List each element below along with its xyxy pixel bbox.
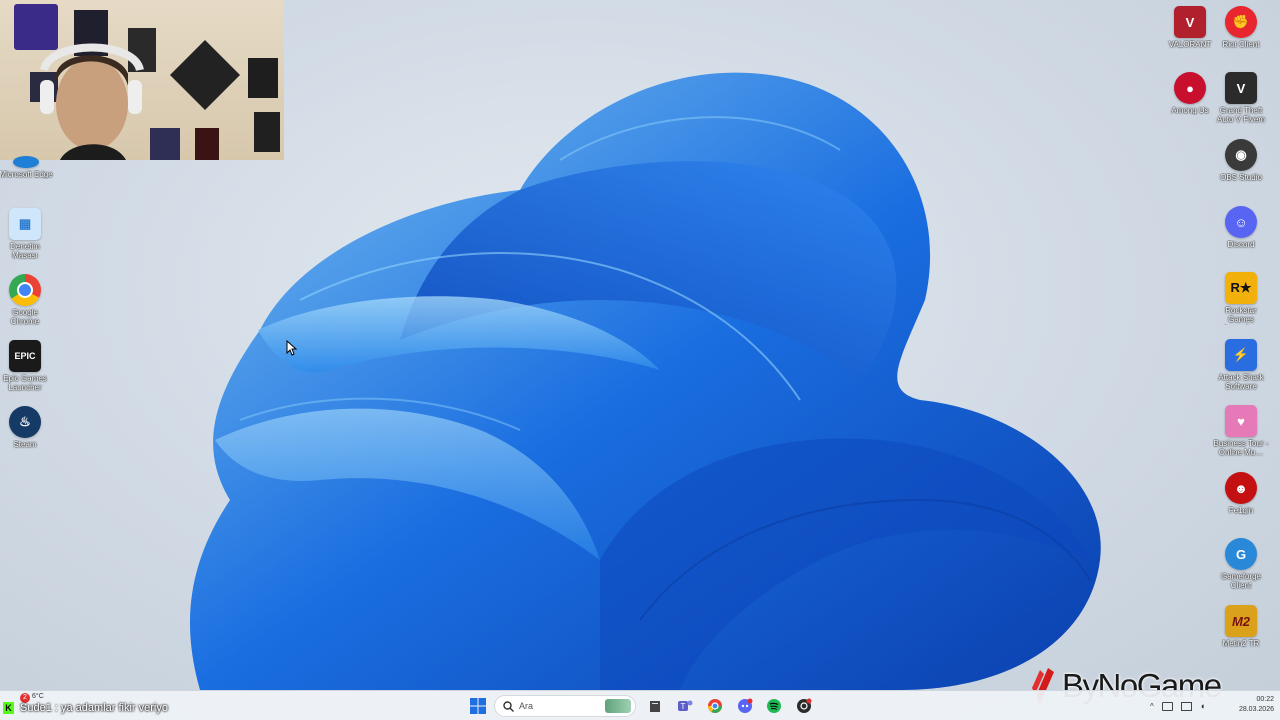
webcam-overlay	[0, 0, 284, 160]
search-icon	[503, 701, 514, 712]
taskbar-clock[interactable]: 00:22 28.03.2026	[1228, 695, 1274, 715]
epic-games-icon: EPIC	[9, 340, 41, 372]
desktop-icon-label: Microsoft Edge	[0, 170, 53, 179]
spotify-icon	[767, 699, 781, 713]
steam-icon: ♨	[9, 406, 41, 438]
desktop-icon-attack-shark[interactable]: ⚡ Attack Shark Software	[1215, 339, 1267, 391]
desktop-icon-label: Business Tour - Online Mu…	[1213, 439, 1269, 457]
gta-v-icon: V	[1225, 72, 1257, 104]
search-placeholder: Ara	[519, 701, 534, 711]
obs-studio-icon: ◉	[1225, 139, 1257, 171]
tray-volume-icon[interactable]: ◖	[1200, 701, 1205, 711]
tray-monitor-icon[interactable]	[1180, 701, 1192, 711]
desktop-icon-edge[interactable]: Microsoft Edge	[0, 156, 53, 179]
desktop-icon-label: Metin2 TR	[1222, 639, 1260, 648]
business-tour-icon: ♥	[1225, 405, 1257, 437]
fe1gin-icon: ☻	[1225, 472, 1257, 504]
desktop-icon-label: Among Us	[1171, 106, 1209, 115]
desktop-icon-epic-games[interactable]: EPIC Epic Games Launcher	[0, 340, 51, 392]
desktop-icon-label: Fe1gin	[1228, 506, 1254, 515]
kick-icon: K	[3, 702, 14, 714]
gameforge-icon: G	[1225, 538, 1257, 570]
attack-shark-icon: ⚡	[1225, 339, 1257, 371]
clock-time: 00:22	[1256, 696, 1274, 703]
chrome-taskbar-icon	[708, 699, 722, 713]
desktop-icon-valorant[interactable]: V VALORANT	[1164, 6, 1216, 49]
valorant-icon: V	[1174, 6, 1206, 38]
desktop-icon-chrome[interactable]: Google Chrome	[0, 274, 51, 326]
chrome-taskbar-button[interactable]	[705, 696, 725, 716]
desktop: Microsoft Edge ▦ Denetim Masası Google C…	[0, 0, 1280, 720]
desktop-icon-label: Riot Client	[1222, 40, 1260, 49]
metin2-icon: M2	[1225, 605, 1257, 637]
desktop-icon-steam[interactable]: ♨ Steam	[0, 406, 51, 449]
among-us-icon: ●	[1174, 72, 1206, 104]
desktop-icon-label: Attack Shark Software	[1218, 373, 1264, 391]
control-panel-icon: ▦	[9, 208, 41, 240]
webcam-image	[14, 4, 280, 160]
rockstar-icon: R★	[1225, 272, 1257, 304]
desktop-icon-control-panel[interactable]: ▦ Denetim Masası	[0, 208, 51, 260]
teams-icon: T	[678, 700, 693, 711]
tray-chevron-up-icon[interactable]: ^	[1150, 702, 1154, 711]
desktop-icon-label: Denetim Masası	[10, 242, 40, 260]
file-explorer-icon	[650, 701, 660, 712]
tray-network-icon[interactable]	[1161, 701, 1173, 711]
obs-taskbar-icon	[797, 698, 812, 713]
desktop-icon-label: OBS Studio	[1220, 173, 1262, 182]
start-button[interactable]	[468, 696, 488, 716]
desktop-icon-discord[interactable]: ☺ Discord	[1215, 206, 1267, 249]
desktop-icon-among-us[interactable]: ● Among Us	[1164, 72, 1216, 115]
riot-client-icon: ✊	[1225, 6, 1257, 38]
desktop-icon-label: Discord	[1227, 240, 1255, 249]
file-explorer-button[interactable]	[645, 696, 665, 716]
desktop-icon-gameforge[interactable]: G Gameforge Client	[1215, 538, 1267, 590]
desktop-icon-fe1gin[interactable]: ☻ Fe1gin	[1215, 472, 1267, 515]
discord-taskbar-icon	[738, 698, 753, 713]
search-highlight-image	[605, 699, 631, 713]
desktop-icon-label: Google Chrome	[10, 308, 40, 326]
chrome-icon	[9, 274, 41, 306]
svg-text:T: T	[681, 702, 686, 711]
desktop-icon-label: Steam	[13, 440, 37, 449]
desktop-icon-rockstar[interactable]: R★ Rockstar Games Launcher	[1215, 272, 1267, 325]
desktop-icon-label: VALORANT	[1168, 40, 1212, 49]
mouse-cursor-icon	[286, 340, 298, 356]
teams-button[interactable]: T	[675, 696, 695, 716]
desktop-icon-label: Epic Games Launcher	[3, 374, 47, 392]
weather-temperature: 6°C	[32, 693, 44, 700]
desktop-icon-label: Grand Theft Auto V Fivem	[1216, 106, 1265, 124]
obs-taskbar-button[interactable]	[794, 696, 814, 716]
spotify-button[interactable]	[764, 696, 784, 716]
desktop-icon-business-tour[interactable]: ♥ Business Tour - Online Mu…	[1213, 405, 1269, 457]
desktop-icon-label: Rockstar Games Launcher	[1224, 306, 1257, 325]
system-tray: ^ ◖	[1150, 700, 1220, 712]
windows-logo-icon	[470, 698, 486, 714]
discord-taskbar-button[interactable]	[735, 696, 755, 716]
edge-icon	[13, 156, 39, 168]
taskbar: K 2 6°C Sude1 : ya adamlar fikir veriyo …	[0, 690, 1280, 720]
desktop-icon-gta-v[interactable]: V Grand Theft Auto V Fivem	[1215, 72, 1267, 124]
stream-chat-message: Sude1 : ya adamlar fikir veriyo	[20, 702, 168, 714]
desktop-icon-obs-studio[interactable]: ◉ OBS Studio	[1215, 139, 1267, 182]
clock-date: 28.03.2026	[1238, 706, 1274, 713]
taskbar-search-box[interactable]: Ara	[494, 695, 636, 717]
discord-icon: ☺	[1225, 206, 1257, 238]
desktop-icon-metin2[interactable]: M2 Metin2 TR	[1215, 605, 1267, 648]
desktop-icon-label: Gameforge Client	[1220, 572, 1262, 590]
desktop-icon-riot-client[interactable]: ✊ Riot Client	[1215, 6, 1267, 49]
